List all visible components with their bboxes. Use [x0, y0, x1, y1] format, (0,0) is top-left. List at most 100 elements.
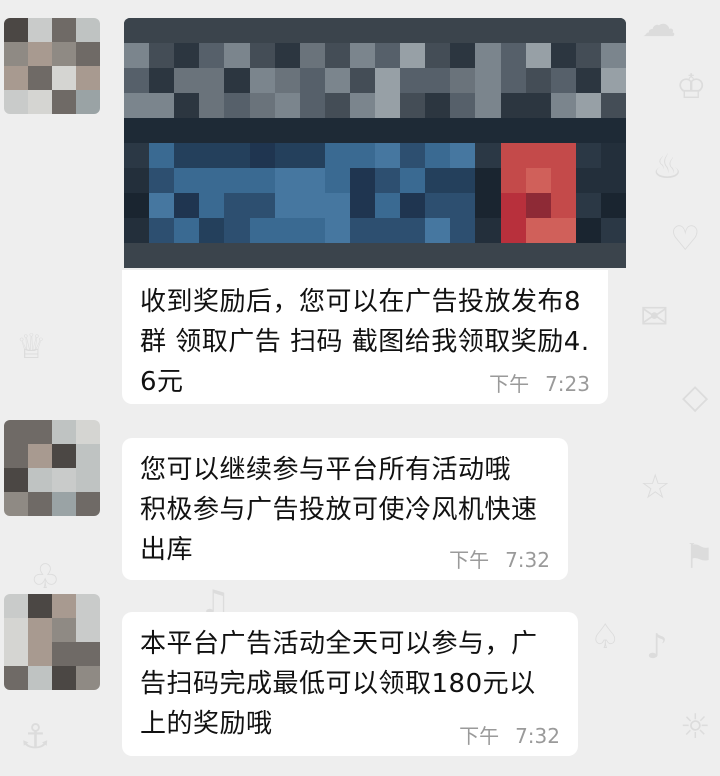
mosaic-cell: [28, 18, 52, 42]
mosaic-cell: [76, 42, 100, 66]
mosaic-cell: [450, 218, 476, 243]
mosaic-cell: [274, 43, 300, 68]
time-value: 7:23: [545, 372, 590, 396]
mosaic-cell: [224, 168, 250, 193]
gift-icon: ✉: [640, 297, 669, 337]
flag-icon: ⚑: [684, 537, 715, 577]
mosaic-cell: [375, 118, 401, 143]
mosaic-cell: [375, 18, 401, 43]
mosaic-cell: [4, 18, 28, 42]
mosaic-cell: [525, 218, 551, 243]
mosaic-cell: [575, 143, 601, 168]
mosaic-cell: [550, 218, 576, 243]
mosaic-cell: [324, 168, 350, 193]
mosaic-cell: [500, 218, 526, 243]
mosaic-cell: [76, 90, 100, 114]
spade-icon: ♤: [590, 617, 621, 657]
mosaic-cell: [400, 168, 426, 193]
crown-icon: ♕: [16, 327, 47, 367]
mosaic-cell: [500, 93, 526, 118]
avatar[interactable]: [4, 18, 100, 114]
mosaic-cell: [28, 444, 52, 468]
mosaic-cell: [475, 218, 501, 243]
mosaic-cell: [600, 143, 626, 168]
mosaic-cell: [224, 118, 250, 143]
mosaic-cell: [600, 193, 626, 218]
crown-icon: ♔: [676, 67, 707, 107]
mosaic-cell: [575, 243, 601, 268]
mosaic-cell: [76, 594, 100, 618]
mosaic-cell: [425, 168, 451, 193]
message-bubble[interactable]: 您可以继续参与平台所有活动哦 积极参与广告投放可使冷风机快速出库 下午 7:32: [122, 438, 568, 580]
mosaic-cell: [375, 168, 401, 193]
image-message[interactable]: [124, 18, 626, 268]
mosaic-cell: [149, 168, 175, 193]
mosaic-cell: [76, 666, 100, 690]
mosaic-cell: [224, 93, 250, 118]
message-timestamp: 下午 7:32: [449, 548, 550, 572]
mosaic-cell: [575, 93, 601, 118]
mosaic-cell: [174, 93, 200, 118]
mosaic-cell: [76, 642, 100, 666]
mosaic-cell: [525, 68, 551, 93]
mosaic-cell: [550, 43, 576, 68]
mosaic-cell: [349, 218, 375, 243]
message-bubble[interactable]: 收到奖励后，您可以在广告投放发布8群 领取广告 扫码 截图给我领取奖励4.6元 …: [122, 270, 608, 404]
mosaic-cell: [274, 143, 300, 168]
mosaic-cell: [500, 68, 526, 93]
mosaic-cell: [124, 168, 150, 193]
mosaic-cell: [500, 43, 526, 68]
avatar[interactable]: [4, 420, 100, 516]
mosaic-cell: [600, 243, 626, 268]
mosaic-cell: [174, 18, 200, 43]
mosaic-cell: [124, 218, 150, 243]
mosaic-cell: [324, 243, 350, 268]
mosaic-cell: [274, 243, 300, 268]
mosaic-cell: [299, 118, 325, 143]
mosaic-cell: [52, 618, 76, 642]
avatar[interactable]: [4, 594, 100, 690]
mosaic-cell: [299, 193, 325, 218]
mosaic-cell: [199, 143, 225, 168]
mosaic-cell: [375, 43, 401, 68]
mosaic-cell: [199, 18, 225, 43]
mosaic-cell: [149, 243, 175, 268]
mosaic-cell: [199, 118, 225, 143]
anchor-icon: ⚓: [20, 717, 51, 757]
mosaic-cell: [450, 118, 476, 143]
mosaic-cell: [425, 143, 451, 168]
mosaic-cell: [425, 118, 451, 143]
mosaic-cell: [52, 642, 76, 666]
mosaic-cell: [124, 68, 150, 93]
mosaic-cell: [4, 90, 28, 114]
mosaic-cell: [425, 243, 451, 268]
time-period: 下午: [449, 548, 490, 572]
mosaic-cell: [249, 193, 275, 218]
mosaic-cell: [274, 118, 300, 143]
mosaic-cell: [28, 594, 52, 618]
mosaic-cell: [400, 43, 426, 68]
heart-icon: ♡: [670, 219, 701, 259]
mosaic-cell: [550, 143, 576, 168]
mosaic-cell: [299, 68, 325, 93]
mosaic-cell: [375, 243, 401, 268]
mosaic-cell: [274, 168, 300, 193]
message-bubble[interactable]: 本平台广告活动全天可以参与，广告扫码完成最低可以领取180元以上的奖励哦 下午 …: [122, 612, 578, 756]
mosaic-cell: [199, 93, 225, 118]
mosaic-cell: [76, 18, 100, 42]
mosaic-cell: [525, 143, 551, 168]
mosaic-cell: [400, 93, 426, 118]
mosaic-cell: [224, 218, 250, 243]
mosaic-cell: [450, 143, 476, 168]
mosaic-cell: [600, 43, 626, 68]
mosaic-cell: [224, 18, 250, 43]
mosaic-cell: [525, 118, 551, 143]
mosaic-cell: [500, 143, 526, 168]
mosaic-cell: [149, 93, 175, 118]
mosaic-cell: [349, 68, 375, 93]
mosaic-cell: [450, 193, 476, 218]
mosaic-cell: [4, 42, 28, 66]
mosaic-cell: [349, 143, 375, 168]
mosaic-cell: [174, 193, 200, 218]
mosaic-cell: [425, 43, 451, 68]
